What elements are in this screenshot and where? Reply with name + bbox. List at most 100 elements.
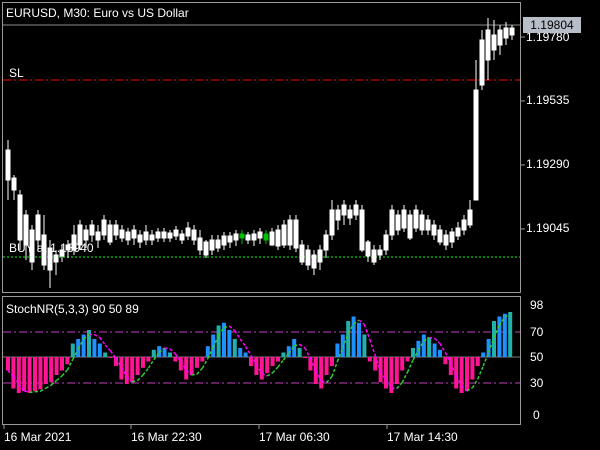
candle-body	[341, 204, 347, 216]
candle-body	[137, 234, 143, 243]
candle-body	[185, 227, 191, 237]
candle-body	[251, 233, 257, 241]
histogram-bar	[54, 357, 59, 375]
candle-body	[89, 224, 95, 236]
histogram-bar	[60, 357, 64, 371]
price-tick-2: 1.19290	[526, 157, 570, 171]
histogram-bar	[227, 330, 232, 357]
histogram-bar	[357, 322, 361, 357]
candle-body	[467, 209, 473, 226]
signal-line-segment	[94, 333, 101, 339]
candle-body	[299, 244, 305, 263]
histogram-bar	[216, 325, 221, 357]
candle-body	[335, 209, 341, 221]
candle-body	[425, 219, 431, 231]
signal-line-segment	[401, 371, 409, 383]
candle-body	[431, 224, 437, 236]
chart-canvas[interactable]	[0, 0, 600, 450]
histogram-bar	[16, 357, 21, 393]
histogram-bar	[421, 334, 426, 357]
signal-line-segment	[56, 375, 63, 381]
histogram-bar	[130, 357, 135, 383]
candle-body	[323, 234, 329, 251]
histogram-bar	[400, 357, 405, 371]
signal-line-segment	[272, 366, 279, 374]
histogram-bar	[33, 357, 37, 392]
signal-line-segment	[61, 369, 68, 377]
ind-tick-70: 70	[530, 325, 544, 339]
signal-line-segment	[45, 384, 52, 389]
histogram-bar	[265, 357, 270, 374]
candle-body	[443, 234, 449, 246]
candle-body	[359, 209, 365, 251]
histogram-bar	[346, 321, 351, 357]
histogram-bar	[465, 357, 469, 392]
candle-body	[227, 235, 233, 243]
histogram-bar	[70, 343, 75, 357]
candle-body	[347, 209, 353, 219]
candle-body	[167, 232, 173, 239]
ind-tick-0: 0	[533, 408, 540, 422]
candle-body	[83, 229, 89, 241]
candle-body	[383, 234, 389, 251]
time-tick-1: 16 Mar 2021	[4, 430, 72, 444]
candle-body	[377, 249, 383, 256]
candle-body	[389, 209, 395, 236]
signal-line-segment	[266, 372, 273, 377]
candle-body	[95, 231, 101, 241]
histogram-bar	[432, 343, 437, 357]
histogram-bar	[249, 357, 253, 366]
candle-body	[281, 224, 287, 246]
histogram-bar	[205, 346, 210, 357]
ind-tick-30: 30	[530, 376, 544, 390]
candle-body	[491, 34, 497, 51]
histogram-bar	[65, 357, 70, 365]
ind-tick-98: 98	[530, 298, 544, 312]
signal-line-segment	[104, 344, 112, 352]
histogram-bar	[276, 357, 280, 362]
candle-body	[161, 231, 167, 239]
time-tick-4: 17 Mar 14:30	[387, 430, 458, 444]
candle-body	[209, 239, 215, 251]
candle-body	[257, 231, 263, 239]
histogram-bar	[297, 348, 302, 357]
candle-body	[119, 229, 125, 239]
histogram-bar	[303, 357, 307, 358]
histogram-bar	[330, 357, 334, 366]
candle-body	[179, 233, 185, 241]
candle-body	[371, 249, 377, 263]
signal-line-segment	[29, 391, 36, 394]
histogram-bar	[189, 357, 194, 375]
histogram-bar	[135, 357, 140, 375]
histogram-bar	[49, 357, 54, 383]
histogram-bar	[281, 352, 286, 357]
histogram-bar	[243, 352, 248, 357]
histogram-bar	[38, 357, 43, 390]
price-tick-3: 1.19045	[526, 221, 570, 235]
histogram-bar	[475, 357, 480, 366]
candle-body	[173, 229, 179, 237]
candle-body	[149, 234, 155, 241]
histogram-bar	[103, 352, 108, 357]
candle-body	[287, 219, 293, 246]
candle-body	[239, 233, 245, 239]
histogram-bar	[200, 357, 205, 362]
histogram-bar	[22, 357, 27, 392]
buy-label: BUY at 1.18940	[9, 241, 94, 255]
candle-body	[107, 224, 113, 243]
histogram-bar	[394, 357, 399, 384]
histogram-bar	[97, 343, 102, 357]
candle-body	[455, 227, 461, 237]
candle-body	[35, 214, 41, 241]
candle-body	[245, 234, 251, 241]
signal-line-segment	[429, 336, 435, 340]
candle-body	[509, 27, 515, 36]
signal-line-segment	[34, 390, 41, 393]
signal-line-segment	[191, 373, 198, 376]
candle-body	[191, 229, 197, 241]
signal-line-segment	[299, 343, 306, 349]
histogram-bar	[367, 357, 372, 362]
candle-body	[353, 204, 359, 216]
histogram-bar	[11, 357, 16, 389]
time-tick-3: 17 Mar 06:30	[259, 430, 330, 444]
